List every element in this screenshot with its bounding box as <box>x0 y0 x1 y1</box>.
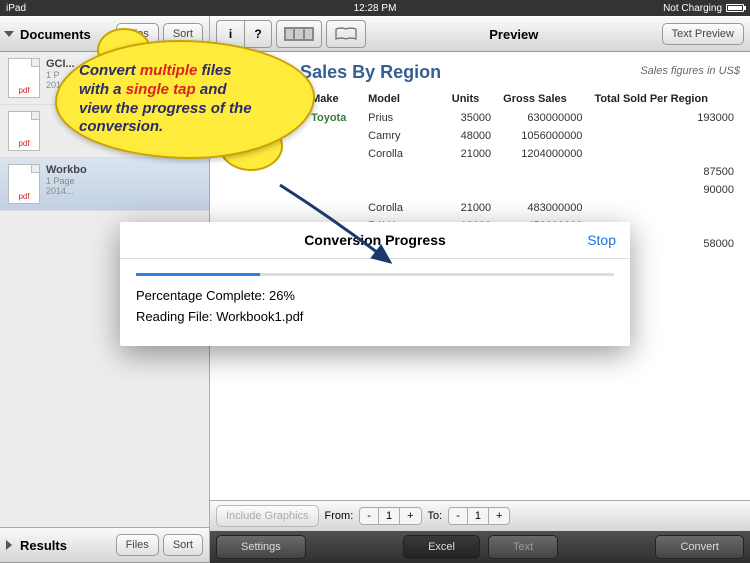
excel-tab[interactable]: Excel <box>403 535 480 559</box>
pdf-icon: pdf <box>8 58 40 98</box>
book-button[interactable] <box>326 20 366 48</box>
pdf-icon: pdf <box>8 111 40 151</box>
text-tab[interactable]: Text <box>488 535 558 559</box>
status-bar: iPad 12:28 PM Not Charging <box>0 0 750 16</box>
pdf-icon: pdf <box>8 164 40 204</box>
to-label: To: <box>428 510 443 522</box>
settings-tab[interactable]: Settings <box>216 535 306 559</box>
column-header: Model <box>362 89 446 109</box>
sidebar-bottom-toolbar: Results Files Sort <box>0 527 209 563</box>
tutorial-callout: Convert multiple files with a single tap… <box>55 40 315 186</box>
to-value: 1 <box>468 508 489 524</box>
chevron-down-icon[interactable] <box>4 31 14 37</box>
to-stepper[interactable]: - 1 + <box>448 507 510 525</box>
stop-button[interactable]: Stop <box>587 232 616 248</box>
status-time: 12:28 PM <box>354 3 397 14</box>
results-title: Results <box>20 538 112 553</box>
status-left: iPad <box>6 3 26 14</box>
include-graphics-button[interactable]: Include Graphics <box>216 505 319 527</box>
sheet-subtitle: Sales figures in US$ <box>640 65 740 77</box>
chevron-right-icon[interactable] <box>6 540 12 550</box>
sort-button[interactable]: Sort <box>163 534 203 556</box>
callout-arrow-icon <box>275 180 405 270</box>
column-header: Total Sold Per Region <box>588 89 740 109</box>
minus-icon[interactable]: - <box>449 508 468 524</box>
battery-icon <box>726 4 744 12</box>
from-stepper[interactable]: - 1 + <box>359 507 421 525</box>
from-label: From: <box>325 510 354 522</box>
columns-icon <box>284 27 314 41</box>
book-icon <box>335 27 357 41</box>
text-preview-button[interactable]: Text Preview <box>662 23 744 45</box>
preview-title: Preview <box>370 27 658 42</box>
bottom-tabbar: Settings Excel Text Convert <box>210 531 750 563</box>
callout-cloud: Convert multiple files with a single tap… <box>55 40 315 159</box>
reading-file-label: Reading File: Workbook1.pdf <box>136 309 614 324</box>
files-button[interactable]: Files <box>116 534 159 556</box>
range-bar: Include Graphics From: - 1 + To: - 1 + <box>210 500 750 531</box>
minus-icon[interactable]: - <box>360 508 379 524</box>
convert-button[interactable]: Convert <box>655 535 744 559</box>
status-charge: Not Charging <box>663 3 722 14</box>
column-header: Gross Sales <box>497 89 588 109</box>
from-value: 1 <box>379 508 400 524</box>
plus-icon[interactable]: + <box>489 508 509 524</box>
column-header: Units <box>446 89 497 109</box>
plus-icon[interactable]: + <box>400 508 420 524</box>
percent-complete-label: Percentage Complete: 26% <box>136 288 614 303</box>
